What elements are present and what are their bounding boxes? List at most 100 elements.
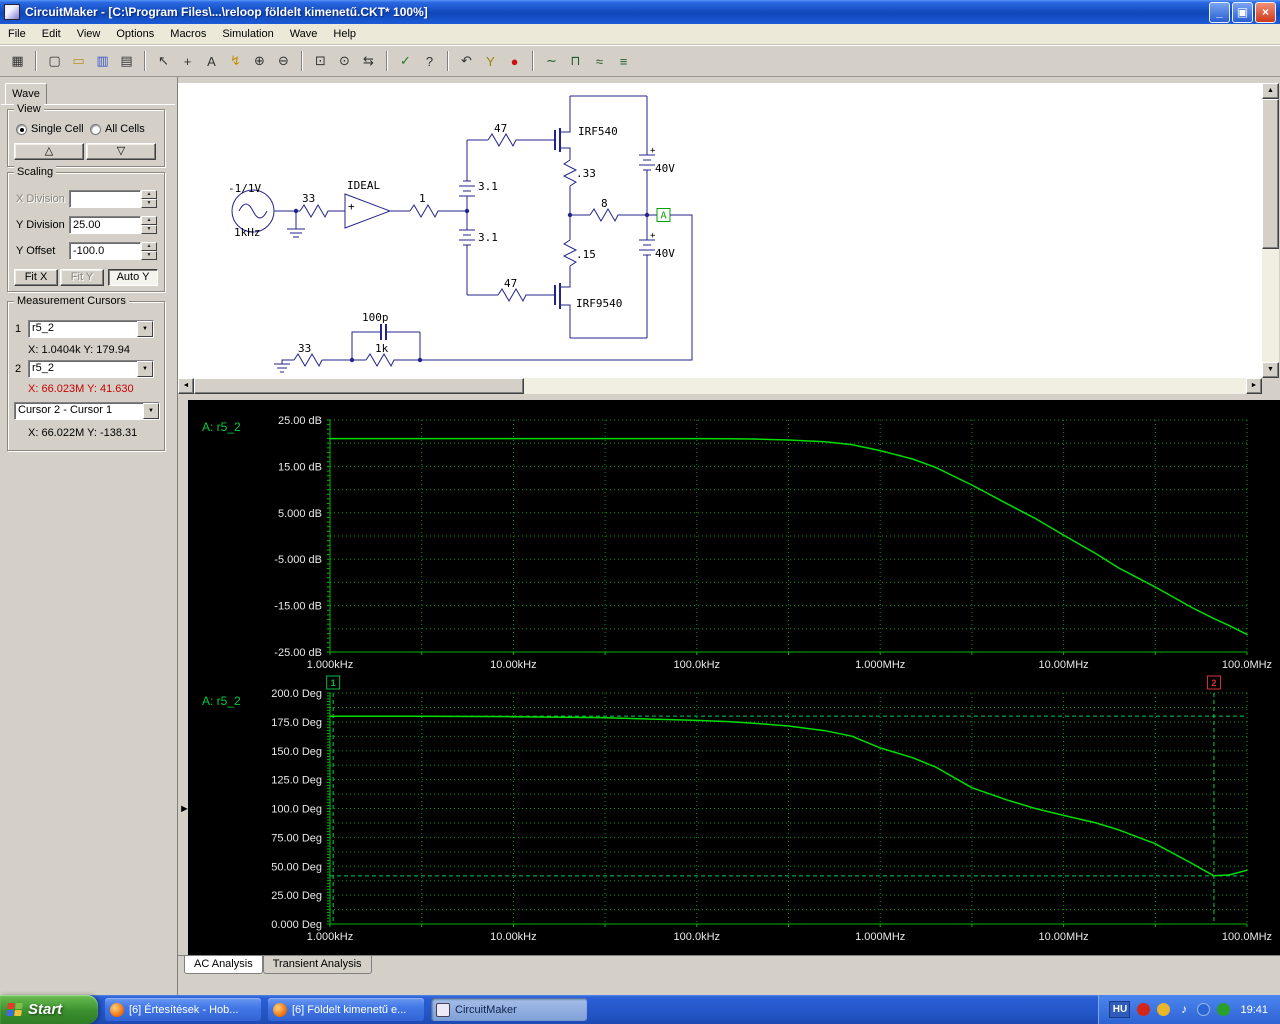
bus-waveforms-button[interactable]: ≡ xyxy=(612,49,635,73)
menu-macros[interactable]: Macros xyxy=(162,25,214,43)
spinner-up-icon[interactable]: ▲ xyxy=(141,190,157,199)
spinner-down-icon[interactable]: ▼ xyxy=(141,199,157,208)
help-button[interactable]: ? xyxy=(418,49,441,73)
resistor-47-top[interactable]: 47 xyxy=(467,122,555,148)
cursor2-signal-select[interactable]: r5_2 ▼ xyxy=(28,360,154,378)
mosfet-irf540[interactable]: IRF540 xyxy=(554,96,618,160)
probe-button[interactable]: Y xyxy=(479,49,502,73)
signal-source[interactable]: -1/1V 1kHz xyxy=(228,182,275,239)
digital-waveforms-button[interactable]: ⊓ xyxy=(564,49,587,73)
probe-a-marker[interactable]: A xyxy=(656,208,671,222)
chevron-down-icon[interactable]: ▼ xyxy=(143,403,159,419)
zoom-select-button[interactable]: ⊙ xyxy=(333,49,356,73)
update-icon[interactable] xyxy=(1157,1003,1171,1016)
menu-file[interactable]: File xyxy=(0,25,34,43)
single-cell-radio[interactable]: Single Cell xyxy=(16,123,84,135)
zoom-out-button[interactable]: ⊖ xyxy=(272,49,295,73)
y-offset-spinner[interactable]: ▲ ▼ xyxy=(141,242,157,260)
analog-waveforms-button[interactable]: ∼ xyxy=(540,49,563,73)
reset-button[interactable]: ↶ xyxy=(455,49,478,73)
wire-button[interactable]: + xyxy=(176,49,199,73)
schematic-horizontal-scrollbar[interactable]: ◄ ► xyxy=(178,378,1262,394)
scroll-up-button[interactable]: ▲ xyxy=(1262,83,1279,99)
scroll-down-button[interactable]: ▼ xyxy=(1262,362,1279,378)
run-button[interactable]: ✓ xyxy=(394,49,417,73)
print-button[interactable]: ▤ xyxy=(115,49,138,73)
x-division-field[interactable] xyxy=(69,190,141,208)
resistor-1-series[interactable]: 1 xyxy=(409,192,467,219)
text-button[interactable]: A xyxy=(200,49,223,73)
split-view-button[interactable]: ⇆ xyxy=(357,49,380,73)
y-division-spinner[interactable]: ▲ ▼ xyxy=(141,216,157,234)
resistor-8-load[interactable]: 8 xyxy=(570,197,657,223)
select-button[interactable]: ↖ xyxy=(152,49,175,73)
mixed-waveforms-button[interactable]: ≈ xyxy=(588,49,611,73)
supply-40v-bottom[interactable]: + 40V xyxy=(639,215,675,338)
network-icon[interactable] xyxy=(1217,1003,1231,1016)
bias-battery-bottom[interactable]: 3.1 xyxy=(459,211,498,295)
schematic-vertical-scrollbar[interactable]: ▲ ▼ xyxy=(1262,83,1279,378)
tab-wave[interactable]: Wave xyxy=(5,83,47,105)
components-button[interactable]: ▦ xyxy=(6,49,29,73)
y-offset-field[interactable]: -100.0 xyxy=(69,242,141,260)
spinner-up-icon[interactable]: ▲ xyxy=(141,216,157,225)
ground-symbol-input[interactable] xyxy=(287,211,305,238)
plots-canvas[interactable]: 25.00 dB 15.00 dB 5.000 dB -5.000 dB -15.00 … xyxy=(188,400,1280,955)
antivirus-icon[interactable] xyxy=(1137,1003,1151,1016)
resistor-033[interactable]: .33 xyxy=(562,159,596,215)
move-down-button[interactable]: ▽ xyxy=(86,143,156,160)
zoom-fit-button[interactable]: ⊡ xyxy=(309,49,332,73)
opamp-ideal[interactable]: IDEAL + xyxy=(344,179,410,229)
schematic-canvas[interactable]: -1/1V 1kHz 33 IDEAL + 1 3.1 3.1 47 47 IR… xyxy=(178,83,1262,378)
all-cells-radio[interactable]: All Cells xyxy=(90,123,145,135)
open-button[interactable]: ▭ xyxy=(67,49,90,73)
taskbar-task-circuitmaker[interactable]: CircuitMaker xyxy=(431,998,587,1021)
feedback-resistor-1k[interactable]: 1k xyxy=(352,342,420,368)
waveform-area[interactable]: A: r5_2 A: r5_2 25.00 dB 15.00 dB 5.000 dB… xyxy=(188,400,1280,955)
start-button[interactable]: Start xyxy=(0,995,98,1024)
spinner-down-icon[interactable]: ▼ xyxy=(141,225,157,234)
delete-button[interactable]: ↯ xyxy=(224,49,247,73)
taskbar-task-browser-2[interactable]: [6] Földelt kimenetű e... xyxy=(268,998,424,1021)
mosfet-irf9540[interactable]: IRF9540 xyxy=(554,266,622,338)
supply-40v-top[interactable]: + 40V xyxy=(639,96,675,215)
spinner-down-icon[interactable]: ▼ xyxy=(141,251,157,260)
x-division-spinner[interactable]: ▲ ▼ xyxy=(141,190,157,208)
scroll-right-button[interactable]: ► xyxy=(1246,378,1262,394)
spinner-up-icon[interactable]: ▲ xyxy=(141,242,157,251)
taskbar-task-browser-1[interactable]: [6] Értesítések - Hob... xyxy=(105,998,261,1021)
ground-symbol-feedback[interactable] xyxy=(274,359,294,373)
feedback-resistor-33[interactable]: 33 xyxy=(293,342,352,368)
resistor-47-bottom[interactable]: 47 xyxy=(467,277,555,303)
scroll-left-button[interactable]: ◄ xyxy=(178,378,194,394)
menu-simulation[interactable]: Simulation xyxy=(214,25,281,43)
stop-button[interactable]: ● xyxy=(503,49,526,73)
restore-button[interactable]: ▣ xyxy=(1232,1,1253,23)
tab-ac-analysis[interactable]: AC Analysis xyxy=(184,956,263,974)
fit-y-button[interactable]: Fit Y xyxy=(60,269,104,286)
menu-view[interactable]: View xyxy=(69,25,109,43)
vertical-scroll-thumb[interactable] xyxy=(1262,99,1279,249)
bias-battery-top[interactable]: 3.1 xyxy=(459,140,498,211)
close-button[interactable]: × xyxy=(1255,1,1276,23)
auto-y-button[interactable]: Auto Y xyxy=(108,269,158,286)
cursor1-signal-select[interactable]: r5_2 ▼ xyxy=(28,320,154,338)
menu-edit[interactable]: Edit xyxy=(34,25,69,43)
chevron-down-icon[interactable]: ▼ xyxy=(137,321,153,337)
chevron-down-icon[interactable]: ▼ xyxy=(137,361,153,377)
menu-options[interactable]: Options xyxy=(108,25,162,43)
fit-x-button[interactable]: Fit X xyxy=(14,269,58,286)
resistor-33-input[interactable]: 33 xyxy=(299,192,345,219)
volume-icon[interactable]: ♪ xyxy=(1177,1003,1190,1016)
language-indicator[interactable]: HU xyxy=(1109,1001,1131,1018)
zoom-in-button[interactable]: ⊕ xyxy=(248,49,271,73)
tab-transient-analysis[interactable]: Transient Analysis xyxy=(262,956,372,974)
move-up-button[interactable]: △ xyxy=(14,143,84,160)
resistor-015[interactable]: .15 xyxy=(562,215,596,267)
minimize-button[interactable]: _ xyxy=(1209,1,1230,23)
save-button[interactable]: ▥ xyxy=(91,49,114,73)
messenger-icon[interactable] xyxy=(1197,1003,1211,1016)
horizontal-scroll-thumb[interactable] xyxy=(194,378,524,394)
cursor-delta-select[interactable]: Cursor 2 - Cursor 1 ▼ xyxy=(14,402,160,420)
menu-help[interactable]: Help xyxy=(325,25,364,43)
